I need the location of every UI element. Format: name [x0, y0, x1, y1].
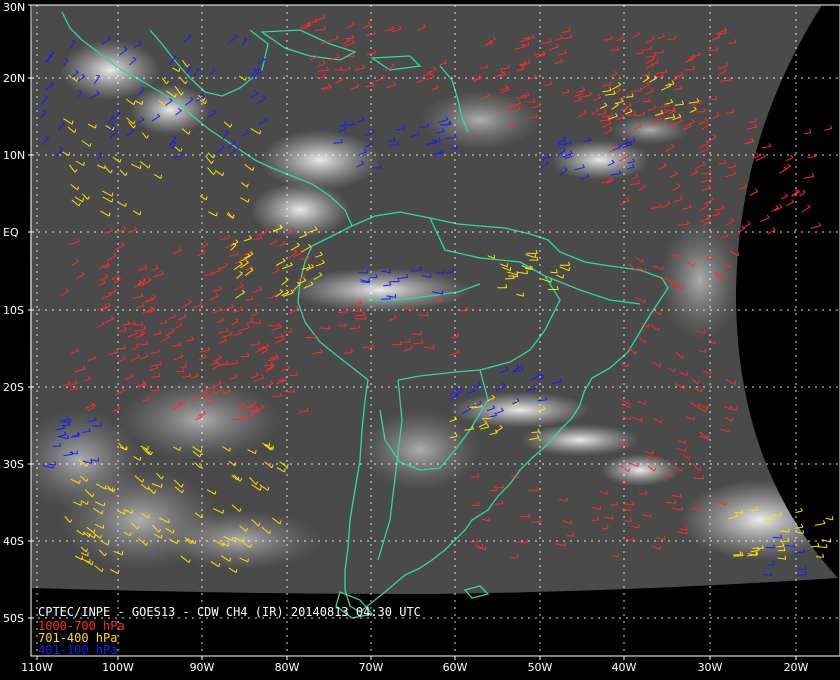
longitude-label: 90W: [190, 661, 215, 674]
latitude-labels: 30N 20N 10N EQ 10S 20S 30S 40S 50S: [3, 1, 34, 625]
cloud-patch: [450, 392, 590, 428]
longitude-label: 60W: [443, 661, 468, 674]
wind-barb: [785, 154, 794, 162]
latitude-label: 40S: [3, 535, 24, 548]
longitude-label: 80W: [275, 661, 300, 674]
wind-barb: [825, 516, 834, 521]
satellite-image: [30, 5, 838, 594]
cloud-patch: [600, 454, 680, 486]
latitude-label: 50S: [3, 612, 24, 625]
wind-barb: [799, 189, 806, 197]
wind-barb: [810, 222, 822, 229]
cloud-patch: [550, 140, 650, 180]
cloud-patch: [250, 182, 350, 238]
latitude-label: 10S: [3, 304, 24, 317]
cloud-patch: [260, 130, 380, 190]
wind-barb: [803, 129, 812, 135]
wind-barb: [786, 199, 795, 206]
wind-barb: [801, 204, 811, 213]
map-canvas: 30N 20N 10N EQ 10S 20S 30S 40S 50S 110W 100W 90W 80…: [3, 1, 840, 674]
latitude-label: 20S: [3, 381, 24, 394]
wind-barb: [759, 214, 770, 222]
wind-barb: [803, 173, 815, 179]
longitude-label: 30W: [698, 661, 723, 674]
longitude-label: 110W: [21, 661, 53, 674]
latitude-label: 20N: [3, 72, 25, 85]
cloud-patch: [130, 85, 210, 135]
satellite-wind-map: 30N 20N 10N EQ 10S 20S 30S 40S 50S 110W 100W 90W 80…: [0, 0, 840, 680]
longitude-label: 20W: [784, 661, 809, 674]
latitude-label: 30S: [3, 458, 24, 471]
wind-barb: [762, 143, 772, 149]
cloud-patch: [360, 410, 480, 490]
cloud-patch: [610, 115, 690, 145]
longitude-label: 50W: [528, 661, 553, 674]
map-caption: CPTEC/INPE - GOES13 - CDW CH4 (IR) 20140…: [38, 605, 421, 619]
latitude-label: EQ: [3, 226, 19, 239]
wind-barb: [824, 125, 833, 131]
wind-barb: [780, 193, 788, 200]
latitude-label: 30N: [3, 1, 25, 14]
wind-barb: [807, 153, 816, 159]
wind-barb: [767, 227, 776, 235]
longitude-label: 100W: [102, 661, 134, 674]
wind-barb: [810, 542, 820, 548]
wind-barb: [749, 188, 759, 196]
wind-barb: [814, 520, 826, 526]
longitude-labels: 110W 100W 90W 80W 70W 60W 50W 40W 30W 20W: [21, 656, 809, 674]
longitude-label: 70W: [359, 661, 384, 674]
longitude-label: 40W: [612, 661, 637, 674]
legend-high-level: 401-100 hPa: [38, 643, 117, 657]
cloud-patch: [290, 268, 470, 312]
latitude-label: 10N: [3, 149, 25, 162]
cloud-patch: [660, 220, 740, 340]
